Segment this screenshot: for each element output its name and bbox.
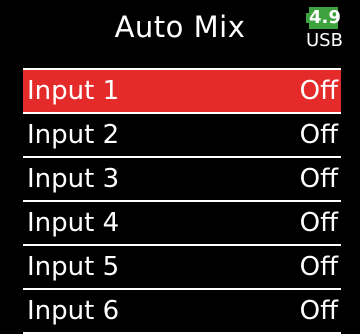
battery-indicator: 4.9 USB xyxy=(306,5,343,55)
auto-mix-value: Off xyxy=(299,296,338,326)
input-label: Input 4 xyxy=(27,208,120,238)
auto-mix-value: Off xyxy=(299,164,338,194)
input-row-3[interactable]: Input 3 Off xyxy=(23,158,341,202)
input-label: Input 6 xyxy=(27,296,120,326)
auto-mix-value: Off xyxy=(299,120,338,150)
input-label: Input 2 xyxy=(27,120,120,150)
battery-level: 4.9 xyxy=(309,7,341,29)
input-row-5[interactable]: Input 5 Off xyxy=(23,246,341,290)
input-label: Input 1 xyxy=(27,76,120,106)
auto-mix-value: Off xyxy=(299,76,338,106)
auto-mix-value: Off xyxy=(299,252,338,282)
input-label: Input 5 xyxy=(27,252,120,282)
input-label: Input 3 xyxy=(27,164,120,194)
auto-mix-input-list: Input 1 Off Input 2 Off Input 3 Off Inpu… xyxy=(23,68,341,334)
input-row-1[interactable]: Input 1 Off xyxy=(23,70,341,114)
auto-mix-value: Off xyxy=(299,208,338,238)
header-bar: Auto Mix 4.9 USB xyxy=(0,0,360,62)
input-row-4[interactable]: Input 4 Off xyxy=(23,202,341,246)
input-row-6[interactable]: Input 6 Off xyxy=(23,290,341,334)
input-row-2[interactable]: Input 2 Off xyxy=(23,114,341,158)
power-source-label: USB xyxy=(306,30,343,51)
